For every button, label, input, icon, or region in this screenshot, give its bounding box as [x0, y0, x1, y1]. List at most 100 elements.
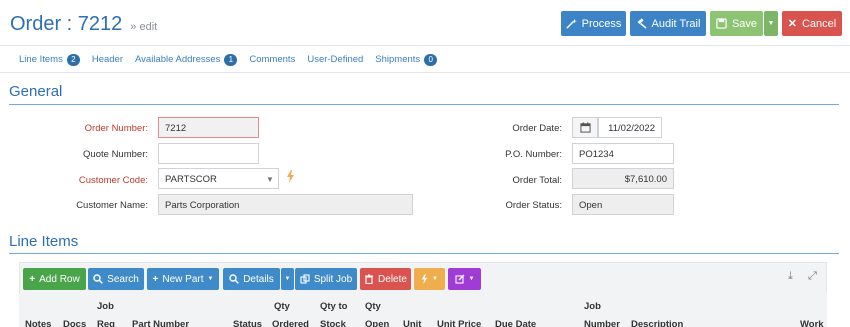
delete-button[interactable]: Delete [360, 268, 411, 290]
customer-name-label: Customer Name: [76, 200, 148, 211]
column-header-description[interactable]: Description [631, 319, 683, 327]
caret-down-icon: ▼ [468, 276, 475, 282]
trash-icon [365, 274, 374, 284]
po-number-label: P.O. Number: [505, 149, 562, 160]
customer-code-label: Customer Code: [78, 175, 148, 186]
new-part-button[interactable]: + New Part ▼ [147, 268, 219, 290]
section-divider [9, 253, 839, 254]
column-header-job-req-top[interactable]: Job [97, 301, 114, 312]
general-section-title: General [9, 83, 63, 100]
column-header-notes[interactable]: Notes [25, 319, 51, 327]
column-header-job-number-top[interactable]: Job [584, 301, 601, 312]
floppy-icon [716, 18, 727, 29]
column-header-qty-open[interactable]: Open [365, 319, 389, 327]
details-label: Details [243, 273, 274, 285]
edit-icon [454, 274, 465, 284]
order-edit-page: Order : 7212 » edit Process Audit Trail S… [0, 0, 850, 327]
tab-user-defined[interactable]: User-Defined [307, 54, 363, 65]
column-header-due-date[interactable]: Due Date [495, 319, 536, 327]
plus-icon: + [152, 273, 159, 285]
column-header-work[interactable]: Work [800, 319, 824, 327]
zoom-icon [229, 274, 240, 284]
order-number-field[interactable]: 7212 [158, 117, 259, 138]
tab-comments[interactable]: Comments [249, 54, 295, 65]
column-header-qty-open-top[interactable]: Qty [365, 301, 381, 312]
audit-trail-button[interactable]: Audit Trail [630, 11, 706, 36]
tab-shipments[interactable]: Shipments 0 [375, 53, 438, 66]
tab-label: Header [91, 54, 123, 65]
expand-icon[interactable]: ⤢ [808, 270, 817, 283]
split-job-button[interactable]: Split Job [295, 268, 357, 290]
count-badge: 2 [66, 53, 80, 66]
actions-dropdown[interactable]: ▼ [414, 268, 445, 290]
cancel-button[interactable]: ✕ Cancel [782, 11, 842, 36]
details-button[interactable]: Details [223, 268, 280, 290]
column-header-unit-price[interactable]: Unit Price [437, 319, 481, 327]
gavel-icon [637, 18, 647, 29]
page-header: Order : 7212 » edit Process Audit Trail S… [0, 0, 850, 46]
process-button[interactable]: Process [561, 11, 626, 36]
search-label: Search [107, 273, 139, 285]
download-icon[interactable]: ⤓ [788, 270, 793, 283]
split-job-label: Split Job [313, 273, 353, 285]
calendar-button[interactable] [572, 117, 598, 138]
new-part-label: New Part [162, 273, 204, 285]
page-title: Order : 7212 » edit [10, 13, 157, 36]
tab-label: Shipments [375, 54, 421, 65]
count-badge: 1 [224, 53, 238, 66]
save-label: Save [731, 17, 758, 30]
customer-code-select[interactable]: PARTSCOR [158, 168, 279, 189]
column-header-job-req[interactable]: Req [97, 319, 115, 327]
column-header-unit[interactable]: Unit [403, 319, 421, 327]
order-total-label: Order Total: [512, 175, 562, 186]
edit-dropdown[interactable]: ▼ [448, 268, 481, 290]
chevron-down-icon[interactable]: ▼ [266, 175, 274, 184]
add-row-label: Add Row [39, 273, 80, 285]
audit-trail-label: Audit Trail [651, 17, 701, 30]
delete-label: Delete [378, 273, 407, 285]
quote-number-label: Quote Number: [83, 149, 148, 160]
caret-down-icon: ▼ [432, 276, 438, 282]
lightning-icon[interactable] [286, 170, 295, 183]
process-label: Process [581, 17, 622, 30]
column-header-part-number[interactable]: Part Number [132, 319, 189, 327]
order-total-field: $7,610.00 [572, 168, 674, 189]
order-date-field[interactable]: 11/02/2022 [598, 117, 662, 138]
column-header-qty-ordered[interactable]: Ordered [272, 319, 309, 327]
caret-down-icon: ▼ [767, 20, 775, 27]
quote-number-field[interactable] [158, 143, 259, 164]
count-badge: 0 [424, 53, 438, 66]
order-date-label: Order Date: [512, 123, 562, 134]
tab-label: User-Defined [307, 54, 364, 65]
wand-icon [566, 18, 577, 29]
po-number-field[interactable]: PO1234 [572, 143, 674, 164]
tab-header[interactable]: Header [92, 54, 123, 65]
caret-down-icon: ▼ [284, 276, 291, 282]
order-status-field: Open [572, 194, 674, 215]
order-status-label: Order Status: [505, 200, 563, 211]
column-header-status[interactable]: Status [233, 319, 262, 327]
column-header-qty-ordered-top[interactable]: Qty [274, 301, 290, 312]
order-title: Order : 7212 [10, 13, 123, 35]
save-dropdown-toggle[interactable]: ▼ [764, 11, 778, 36]
column-header-docs[interactable]: Docs [63, 319, 86, 327]
column-header-job-number[interactable]: Number [584, 319, 620, 327]
lightning-icon [421, 274, 428, 284]
tab-label: Comments [249, 54, 296, 65]
tab-line-items[interactable]: Line Items 2 [19, 53, 80, 66]
save-button[interactable]: Save [710, 11, 763, 36]
line-items-section-title: Line Items [9, 233, 79, 250]
tab-label: Line Items [19, 54, 63, 65]
tab-label: Available Addresses [135, 54, 221, 65]
edit-link[interactable]: » edit [130, 21, 157, 33]
add-row-button[interactable]: + Add Row [23, 268, 86, 290]
search-button[interactable]: Search [88, 268, 144, 290]
caret-down-icon: ▼ [207, 276, 214, 282]
customer-name-field[interactable]: Parts Corporation [158, 194, 413, 215]
details-dropdown-toggle[interactable]: ▼ [281, 268, 294, 290]
column-header-qty-to-stock-top[interactable]: Qty to [320, 301, 347, 312]
order-number-label: Order Number: [84, 123, 148, 134]
tab-available-addresses[interactable]: Available Addresses 1 [135, 53, 238, 66]
column-header-qty-to-stock[interactable]: Stock [320, 319, 346, 327]
plus-icon: + [29, 273, 36, 285]
